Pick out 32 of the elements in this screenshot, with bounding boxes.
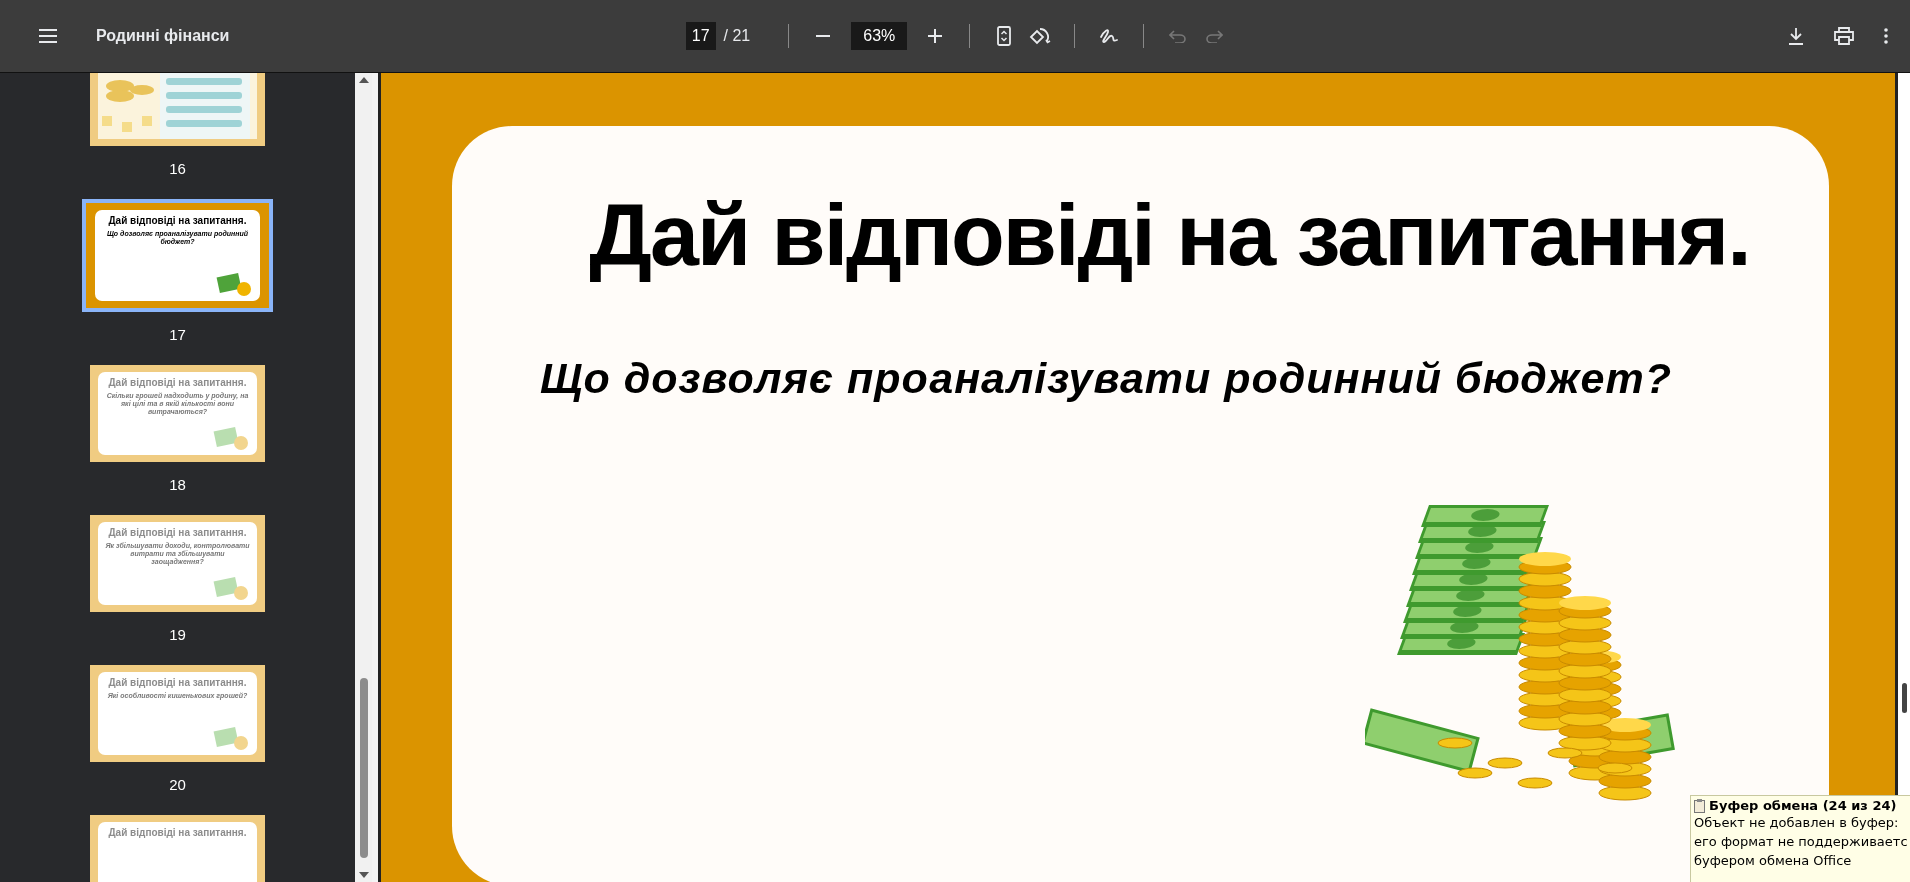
slide-title: Дай відповіді на запитання.	[588, 184, 1751, 286]
page-number-field[interactable]: 17	[685, 22, 716, 50]
thumbnail-title: Дай відповіді на запитання.	[108, 677, 247, 688]
fit-page-icon[interactable]	[997, 26, 1012, 46]
thumbnail-title: Дай відповіді на запитання.	[108, 377, 247, 388]
clipboard-icon	[1694, 798, 1705, 813]
page-number: 16	[169, 160, 186, 177]
print-icon[interactable]	[1834, 27, 1854, 45]
page-thumbnail[interactable]: Дай відповіді на запитання.	[90, 815, 265, 882]
scrollbar[interactable]	[355, 73, 372, 882]
tooltip-text: Объект не добавлен в буфер:	[1694, 814, 1900, 832]
slide-question: Що дозволяє проаналізувати родинний бюджет?	[540, 354, 1673, 403]
thumbnail-title: Дай відповіді на запитання.	[108, 215, 247, 226]
page-number: 20	[169, 776, 186, 793]
rotate-icon[interactable]	[1029, 26, 1052, 46]
zoom-field[interactable]: 63%	[851, 22, 908, 50]
thumbnail-title: Дай відповіді на запитання.	[108, 527, 247, 538]
tooltip-title: Буфер обмена (24 из 24)	[1709, 798, 1897, 813]
tooltip-text: буфером обмена Office	[1694, 852, 1853, 870]
page-count: / 21	[723, 27, 751, 45]
draw-icon[interactable]	[1099, 27, 1120, 45]
page-number: 19	[169, 626, 186, 643]
menu-icon[interactable]	[39, 29, 57, 43]
download-icon[interactable]	[1788, 27, 1804, 45]
document-title: Родинні фінанси	[96, 27, 230, 45]
more-icon[interactable]	[1884, 28, 1888, 44]
thumbnail-title: Дай відповіді на запитання.	[108, 827, 247, 838]
page-number: 17	[169, 326, 186, 343]
page-thumbnail[interactable]	[90, 73, 265, 146]
tooltip-text: его формат не поддерживаетс	[1694, 833, 1909, 851]
zoom-in-icon[interactable]	[928, 29, 943, 43]
page-number: 18	[169, 476, 186, 493]
